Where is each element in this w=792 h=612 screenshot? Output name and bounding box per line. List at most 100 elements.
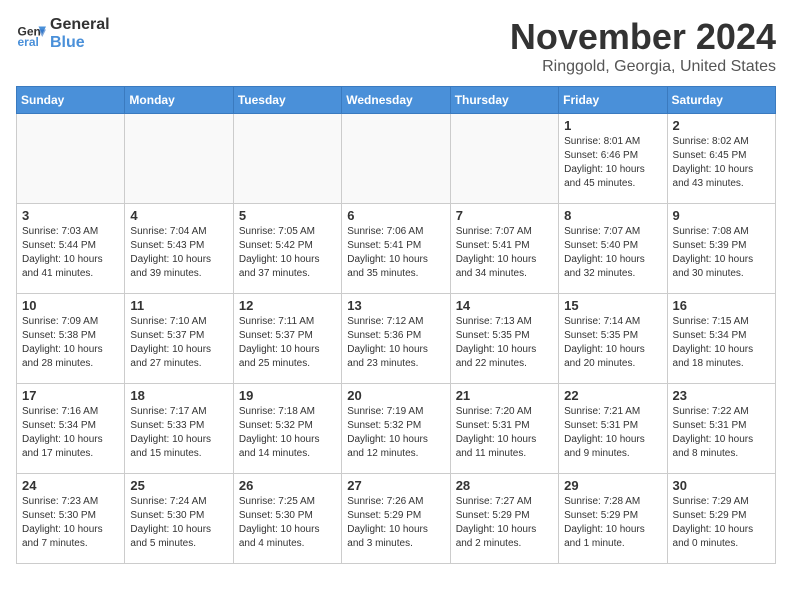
calendar-cell: 29 Sunrise: 7:28 AMSunset: 5:29 PMDayligh… [559,474,667,564]
day-number: 17 [22,388,119,403]
cell-info: Sunrise: 7:13 AMSunset: 5:35 PMDaylight:… [456,315,553,371]
weekday-header-cell: Thursday [450,87,558,114]
cell-info: Sunrise: 7:21 AMSunset: 5:31 PMDaylight:… [564,405,661,461]
location-subtitle: Ringgold, Georgia, United States [510,58,776,76]
calendar-cell: 28 Sunrise: 7:27 AMSunset: 5:29 PMDayligh… [450,474,558,564]
calendar-cell: 22 Sunrise: 7:21 AMSunset: 5:31 PMDayligh… [559,384,667,474]
calendar-cell: 14 Sunrise: 7:13 AMSunset: 5:35 PMDayligh… [450,294,558,384]
day-number: 7 [456,208,553,223]
calendar-cell [342,114,450,204]
day-number: 5 [239,208,336,223]
calendar-week-row: 17 Sunrise: 7:16 AMSunset: 5:34 PMDayligh… [17,384,776,474]
logo-icon: Gen eral [16,19,46,49]
calendar-cell: 26 Sunrise: 7:25 AMSunset: 5:30 PMDayligh… [233,474,341,564]
calendar-cell: 21Sunrise: 7:20 AMSunset: 5:31 PMDayligh… [450,384,558,474]
day-number: 1 [564,118,661,133]
title-block: November 2024 Ringgold, Georgia, United … [510,16,776,76]
day-number: 22 [564,388,661,403]
cell-info: Sunrise: 7:04 AMSunset: 5:43 PMDaylight:… [130,225,227,281]
cell-info: Sunrise: 7:28 AMSunset: 5:29 PMDaylight:… [564,495,661,551]
cell-info: Sunrise: 7:09 AMSunset: 5:38 PMDaylight:… [22,315,119,371]
day-number: 9 [673,208,770,223]
calendar-week-row: 1 Sunrise: 8:01 AMSunset: 6:46 PMDaylight… [17,114,776,204]
day-number: 26 [239,478,336,493]
cell-info: Sunrise: 7:18 AMSunset: 5:32 PMDaylight:… [239,405,336,461]
weekday-header-cell: Tuesday [233,87,341,114]
day-number: 20 [347,388,444,403]
cell-info: Sunrise: 7:29 AMSunset: 5:29 PMDaylight:… [673,495,770,551]
calendar-cell: 1 Sunrise: 8:01 AMSunset: 6:46 PMDaylight… [559,114,667,204]
day-number: 27 [347,478,444,493]
day-number: 19 [239,388,336,403]
cell-info: Sunrise: 7:22 AMSunset: 5:31 PMDaylight:… [673,405,770,461]
cell-info: Sunrise: 7:07 AMSunset: 5:41 PMDaylight:… [456,225,553,281]
calendar-cell: 4 Sunrise: 7:04 AMSunset: 5:43 PMDaylight… [125,204,233,294]
cell-info: Sunrise: 7:25 AMSunset: 5:30 PMDaylight:… [239,495,336,551]
day-number: 28 [456,478,553,493]
calendar-table: SundayMondayTuesdayWednesdayThursdayFrid… [16,86,776,564]
calendar-cell: 15 Sunrise: 7:14 AMSunset: 5:35 PMDayligh… [559,294,667,384]
day-number: 8 [564,208,661,223]
cell-info: Sunrise: 7:06 AMSunset: 5:41 PMDaylight:… [347,225,444,281]
logo: Gen eral General Blue [16,16,110,51]
day-number: 13 [347,298,444,313]
day-number: 23 [673,388,770,403]
day-number: 25 [130,478,227,493]
cell-info: Sunrise: 7:26 AMSunset: 5:29 PMDaylight:… [347,495,444,551]
weekday-header-cell: Wednesday [342,87,450,114]
day-number: 16 [673,298,770,313]
calendar-week-row: 10 Sunrise: 7:09 AMSunset: 5:38 PMDayligh… [17,294,776,384]
day-number: 30 [673,478,770,493]
cell-info: Sunrise: 7:23 AMSunset: 5:30 PMDaylight:… [22,495,119,551]
cell-info: Sunrise: 7:07 AMSunset: 5:40 PMDaylight:… [564,225,661,281]
weekday-header-cell: Friday [559,87,667,114]
logo-general-text: General [50,16,110,33]
calendar-cell: 3 Sunrise: 7:03 AMSunset: 5:44 PMDaylight… [17,204,125,294]
day-number: 14 [456,298,553,313]
day-number: 2 [673,118,770,133]
weekday-header-cell: Monday [125,87,233,114]
day-number: 4 [130,208,227,223]
calendar-cell [233,114,341,204]
cell-info: Sunrise: 8:01 AMSunset: 6:46 PMDaylight:… [564,135,661,191]
calendar-cell: 7 Sunrise: 7:07 AMSunset: 5:41 PMDaylight… [450,204,558,294]
day-number: 15 [564,298,661,313]
weekday-header-cell: Saturday [667,87,775,114]
calendar-cell: 5Sunrise: 7:05 AMSunset: 5:42 PMDaylight… [233,204,341,294]
calendar-week-row: 3 Sunrise: 7:03 AMSunset: 5:44 PMDaylight… [17,204,776,294]
day-number: 3 [22,208,119,223]
weekday-header-row: SundayMondayTuesdayWednesdayThursdayFrid… [17,87,776,114]
cell-info: Sunrise: 7:16 AMSunset: 5:34 PMDaylight:… [22,405,119,461]
calendar-cell: 19 Sunrise: 7:18 AMSunset: 5:32 PMDayligh… [233,384,341,474]
calendar-cell: 17 Sunrise: 7:16 AMSunset: 5:34 PMDayligh… [17,384,125,474]
day-number: 10 [22,298,119,313]
day-number: 11 [130,298,227,313]
day-number: 24 [22,478,119,493]
calendar-cell [125,114,233,204]
calendar-cell: 23 Sunrise: 7:22 AMSunset: 5:31 PMDayligh… [667,384,775,474]
cell-info: Sunrise: 7:12 AMSunset: 5:36 PMDaylight:… [347,315,444,371]
calendar-cell: 11 Sunrise: 7:10 AMSunset: 5:37 PMDayligh… [125,294,233,384]
cell-info: Sunrise: 7:27 AMSunset: 5:29 PMDaylight:… [456,495,553,551]
calendar-cell: 10 Sunrise: 7:09 AMSunset: 5:38 PMDayligh… [17,294,125,384]
cell-info: Sunrise: 7:03 AMSunset: 5:44 PMDaylight:… [22,225,119,281]
month-title: November 2024 [510,16,776,58]
calendar-cell [17,114,125,204]
calendar-cell: 8 Sunrise: 7:07 AMSunset: 5:40 PMDaylight… [559,204,667,294]
calendar-cell: 9 Sunrise: 7:08 AMSunset: 5:39 PMDaylight… [667,204,775,294]
cell-info: Sunrise: 7:08 AMSunset: 5:39 PMDaylight:… [673,225,770,281]
calendar-cell: 18Sunrise: 7:17 AMSunset: 5:33 PMDayligh… [125,384,233,474]
cell-info: Sunrise: 8:02 AMSunset: 6:45 PMDaylight:… [673,135,770,191]
cell-info: Sunrise: 7:10 AMSunset: 5:37 PMDaylight:… [130,315,227,371]
calendar-week-row: 24 Sunrise: 7:23 AMSunset: 5:30 PMDayligh… [17,474,776,564]
cell-info: Sunrise: 7:15 AMSunset: 5:34 PMDaylight:… [673,315,770,371]
logo-blue-text: Blue [50,34,85,51]
day-number: 29 [564,478,661,493]
calendar-cell: 13 Sunrise: 7:12 AMSunset: 5:36 PMDayligh… [342,294,450,384]
cell-info: Sunrise: 7:14 AMSunset: 5:35 PMDaylight:… [564,315,661,371]
cell-info: Sunrise: 7:20 AMSunset: 5:31 PMDaylight:… [456,405,553,461]
calendar-cell [450,114,558,204]
calendar-cell: 6Sunrise: 7:06 AMSunset: 5:41 PMDaylight… [342,204,450,294]
calendar-cell: 27 Sunrise: 7:26 AMSunset: 5:29 PMDayligh… [342,474,450,564]
svg-text:eral: eral [18,35,39,49]
